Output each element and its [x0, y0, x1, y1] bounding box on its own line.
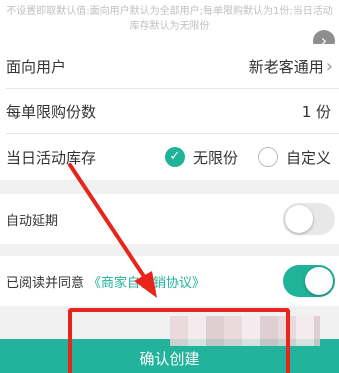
- annotation-arrow-icon: [68, 163, 157, 298]
